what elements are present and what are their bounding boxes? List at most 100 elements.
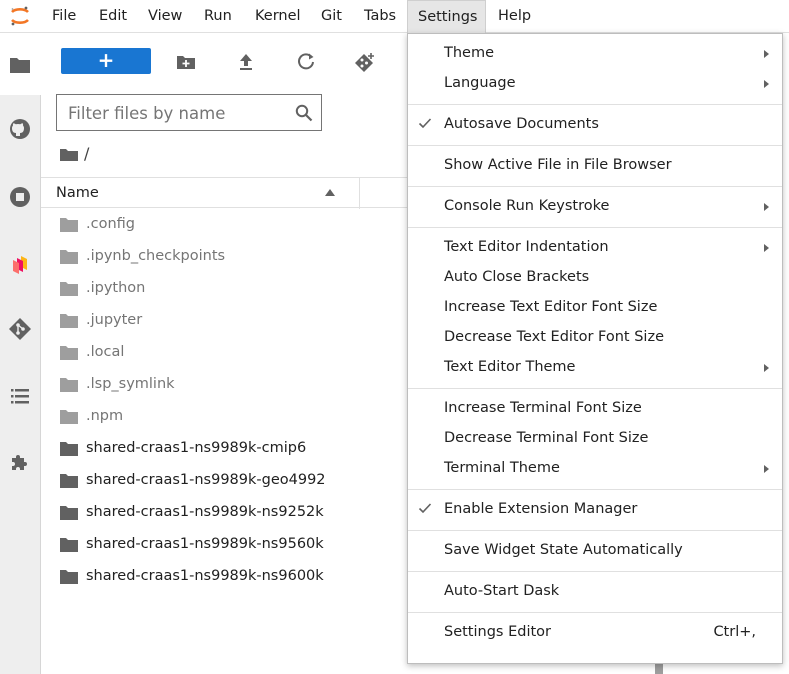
menu-settings[interactable]: Settings bbox=[407, 0, 486, 33]
menu-item-label: Show Active File in File Browser bbox=[444, 157, 672, 173]
menu-item-decrease-terminal-font-size[interactable]: Decrease Terminal Font Size bbox=[408, 424, 782, 454]
menu-item-auto-close-brackets[interactable]: Auto Close Brackets bbox=[408, 263, 782, 293]
file-list-header: Name bbox=[41, 177, 411, 209]
folder-icon bbox=[60, 314, 78, 328]
file-list-item[interactable]: .jupyter bbox=[41, 306, 411, 338]
menu-item-auto-start-dask[interactable]: Auto-Start Dask bbox=[408, 577, 782, 607]
menu-separator bbox=[408, 227, 782, 228]
refresh-icon[interactable] bbox=[295, 51, 317, 73]
folder-icon bbox=[60, 410, 78, 424]
file-list-item[interactable]: shared-craas1-ns9989k-geo4992 bbox=[41, 466, 411, 498]
new-folder-icon[interactable] bbox=[175, 51, 197, 73]
file-list-item[interactable]: shared-craas1-ns9989k-ns9252k bbox=[41, 498, 411, 530]
search-icon[interactable] bbox=[295, 104, 313, 122]
menu-item-decrease-text-editor-font-size[interactable]: Decrease Text Editor Font Size bbox=[408, 323, 782, 353]
jupyterlab-window: File Edit View Run Kernel Git Tabs Setti… bbox=[0, 0, 789, 674]
menu-item-language[interactable]: Language bbox=[408, 69, 782, 99]
menu-item-label: Text Editor Theme bbox=[444, 359, 576, 375]
git-clone-icon[interactable] bbox=[354, 51, 376, 73]
menu-item-increase-text-editor-font-size[interactable]: Increase Text Editor Font Size bbox=[408, 293, 782, 323]
file-name: .local bbox=[86, 344, 125, 360]
checkmark-icon bbox=[418, 503, 432, 514]
menu-item-shortcut: Ctrl+, bbox=[713, 624, 756, 640]
table-of-contents-icon[interactable] bbox=[8, 384, 32, 408]
filter-files-input[interactable] bbox=[68, 101, 288, 125]
menu-help[interactable]: Help bbox=[498, 0, 531, 33]
folder-icon[interactable] bbox=[8, 53, 32, 77]
submenu-arrow-icon bbox=[764, 80, 769, 88]
file-name: .jupyter bbox=[86, 312, 143, 328]
menu-item-increase-terminal-font-size[interactable]: Increase Terminal Font Size bbox=[408, 394, 782, 424]
file-list-item[interactable]: .ipynb_checkpoints bbox=[41, 242, 411, 274]
menu-kernel[interactable]: Kernel bbox=[255, 0, 301, 33]
menu-item-label: Language bbox=[444, 75, 516, 91]
menu-separator bbox=[408, 186, 782, 187]
menu-item-autosave-documents[interactable]: Autosave Documents bbox=[408, 110, 782, 140]
jupyter-logo-icon[interactable] bbox=[9, 5, 31, 27]
file-list-item[interactable]: shared-craas1-ns9989k-cmip6 bbox=[41, 434, 411, 466]
file-name: shared-craas1-ns9989k-cmip6 bbox=[86, 440, 307, 456]
folder-icon bbox=[60, 474, 78, 488]
menu-tabs[interactable]: Tabs bbox=[364, 0, 396, 33]
file-list-item[interactable]: .lsp_symlink bbox=[41, 370, 411, 402]
file-browser-panel: + / bbox=[41, 33, 411, 674]
file-list-item[interactable]: shared-craas1-ns9989k-ns9600k bbox=[41, 562, 411, 594]
folder-icon bbox=[60, 218, 78, 232]
new-launcher-button[interactable]: + bbox=[61, 48, 151, 74]
menu-item-terminal-theme[interactable]: Terminal Theme bbox=[408, 454, 782, 484]
dask-icon[interactable] bbox=[8, 253, 32, 277]
file-list-item[interactable]: .npm bbox=[41, 402, 411, 434]
menu-file[interactable]: File bbox=[52, 0, 76, 33]
file-list-item[interactable]: shared-craas1-ns9989k-ns9560k bbox=[41, 530, 411, 562]
running-stop-icon[interactable] bbox=[8, 185, 32, 209]
menu-item-label: Decrease Text Editor Font Size bbox=[444, 329, 664, 345]
folder-icon bbox=[60, 570, 78, 584]
file-name: .config bbox=[86, 216, 135, 232]
file-name: .ipython bbox=[86, 280, 146, 296]
breadcrumb-home-folder-icon[interactable] bbox=[60, 144, 78, 166]
menu-separator bbox=[408, 612, 782, 613]
menu-item-text-editor-indentation[interactable]: Text Editor Indentation bbox=[408, 233, 782, 263]
menu-bar: File Edit View Run Kernel Git Tabs Setti… bbox=[0, 0, 789, 33]
menu-edit[interactable]: Edit bbox=[99, 0, 127, 33]
menu-item-theme[interactable]: Theme bbox=[408, 39, 782, 69]
menu-item-settings-editor[interactable]: Settings Editor Ctrl+, bbox=[408, 618, 782, 648]
file-name: .lsp_symlink bbox=[86, 376, 175, 392]
folder-icon bbox=[60, 538, 78, 552]
submenu-arrow-icon bbox=[764, 364, 769, 372]
menu-item-label: Text Editor Indentation bbox=[444, 239, 609, 255]
submenu-arrow-icon bbox=[764, 465, 769, 473]
menu-separator bbox=[408, 388, 782, 389]
menu-separator bbox=[408, 571, 782, 572]
file-name: shared-craas1-ns9989k-ns9252k bbox=[86, 504, 324, 520]
submenu-arrow-icon bbox=[764, 203, 769, 211]
file-list-item[interactable]: .ipython bbox=[41, 274, 411, 306]
file-name: shared-craas1-ns9989k-geo4992 bbox=[86, 472, 326, 488]
menu-separator bbox=[408, 530, 782, 531]
menu-item-label: Increase Text Editor Font Size bbox=[444, 299, 658, 315]
file-list-item[interactable]: .config bbox=[41, 210, 411, 242]
column-divider[interactable] bbox=[359, 178, 360, 209]
file-name: shared-craas1-ns9989k-ns9600k bbox=[86, 568, 324, 584]
github-icon[interactable] bbox=[8, 117, 32, 141]
menu-item-show-active-file-in-file-browser[interactable]: Show Active File in File Browser bbox=[408, 151, 782, 181]
file-list-item[interactable]: .local bbox=[41, 338, 411, 370]
column-header-name[interactable]: Name bbox=[56, 185, 99, 201]
menu-item-save-widget-state-automatically[interactable]: Save Widget State Automatically bbox=[408, 536, 782, 566]
breadcrumb-path[interactable]: / bbox=[84, 144, 89, 163]
menu-run[interactable]: Run bbox=[204, 0, 232, 33]
sort-ascending-icon[interactable] bbox=[325, 189, 335, 196]
menu-item-label: Theme bbox=[444, 45, 495, 61]
folder-icon bbox=[60, 250, 78, 264]
folder-icon bbox=[60, 442, 78, 456]
menu-item-label: Terminal Theme bbox=[444, 460, 560, 476]
menu-item-text-editor-theme[interactable]: Text Editor Theme bbox=[408, 353, 782, 383]
menu-git[interactable]: Git bbox=[321, 0, 342, 33]
menu-item-enable-extension-manager[interactable]: Enable Extension Manager bbox=[408, 495, 782, 525]
extension-icon[interactable] bbox=[8, 450, 32, 474]
git-icon[interactable] bbox=[8, 317, 32, 341]
menu-view[interactable]: View bbox=[148, 0, 182, 33]
upload-icon[interactable] bbox=[235, 51, 257, 73]
folder-icon bbox=[60, 346, 78, 360]
menu-item-console-run-keystroke[interactable]: Console Run Keystroke bbox=[408, 192, 782, 222]
